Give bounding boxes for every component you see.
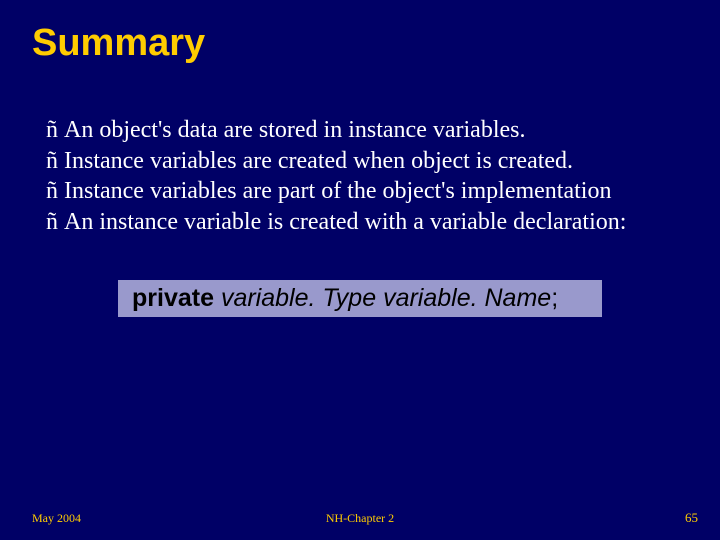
list-item: ñ An object's data are stored in instanc… <box>46 115 674 146</box>
list-item: ñ Instance variables are part of the obj… <box>46 176 674 207</box>
bullet-text: Instance variables are part of the objec… <box>64 176 674 207</box>
list-item: ñ An instance variable is created with a… <box>46 207 674 238</box>
bullet-text: An object's data are stored in instance … <box>64 115 674 146</box>
code-name: variable. Name <box>383 284 551 312</box>
slide-number: 65 <box>685 510 698 526</box>
bullet-icon: ñ <box>46 176 58 207</box>
bullet-list: ñ An object's data are stored in instanc… <box>46 115 674 238</box>
code-keyword: private <box>132 284 214 312</box>
footer-chapter: NH-Chapter 2 <box>0 511 720 526</box>
code-terminator: ; <box>551 284 558 312</box>
list-item: ñ Instance variables are created when ob… <box>46 146 674 177</box>
code-declaration: private variable. Type variable. Name; <box>118 280 602 317</box>
code-type: variable. Type <box>221 284 376 312</box>
bullet-icon: ñ <box>46 207 58 238</box>
bullet-icon: ñ <box>46 146 58 177</box>
slide-content: ñ An object's data are stored in instanc… <box>0 65 720 317</box>
slide-title: Summary <box>0 0 720 65</box>
bullet-icon: ñ <box>46 115 58 146</box>
bullet-text: An instance variable is created with a v… <box>64 207 674 238</box>
bullet-text: Instance variables are created when obje… <box>64 146 674 177</box>
